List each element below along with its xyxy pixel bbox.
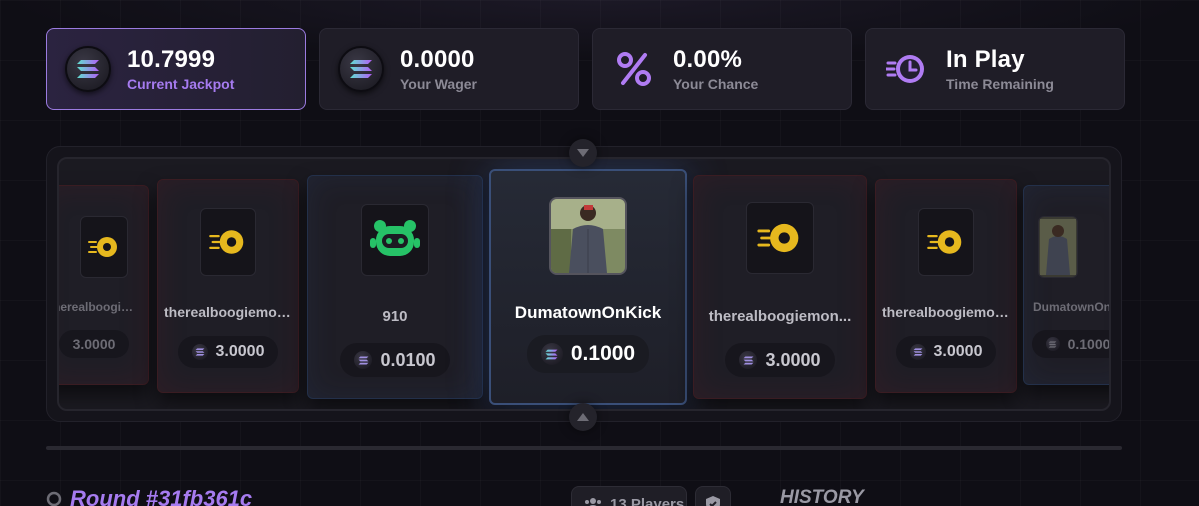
wager-label: Your Wager: [400, 76, 478, 92]
avatar: [746, 202, 814, 274]
player-photo: [551, 199, 625, 273]
avatar: [549, 197, 627, 275]
player-card: therealboogiemon... 3.0000: [693, 175, 867, 399]
player-avatar-icon: [757, 223, 799, 253]
players-count-button[interactable]: 13 Players: [571, 486, 687, 506]
player-amount: 3.0000: [725, 343, 835, 377]
solana-coin-icon: [540, 343, 563, 365]
amount-value: 3.0000: [215, 343, 265, 360]
player-name: 910: [382, 308, 408, 325]
player-card: therealboogiemon... 3.0000: [875, 179, 1017, 393]
amount-value: 3.0000: [72, 336, 116, 352]
player-amount: 3.0000: [895, 336, 997, 368]
bottom-pointer: [569, 403, 597, 431]
stat-current-jackpot: 10.7999 Current Jackpot: [46, 28, 306, 110]
player-amount: 0.0100: [340, 343, 450, 377]
player-amount: 3.0000: [177, 336, 279, 368]
amount-value: 0.1000: [1067, 336, 1111, 352]
player-name: therealboogiemon...: [164, 304, 292, 320]
stat-time-remaining: In Play Time Remaining: [865, 28, 1125, 110]
avatar: [200, 208, 256, 276]
player-name: DumatownOnKick: [514, 303, 662, 322]
clock-fast-icon: [884, 46, 930, 92]
players-count: 13 Players: [610, 495, 685, 506]
amount-value: 3.0000: [933, 343, 983, 360]
shield-check-icon: [706, 496, 720, 506]
spinner-track: therealboogiemonster 3.0000 therealboogi…: [57, 157, 1111, 411]
player-avatar-icon: [88, 237, 117, 257]
avatar: [361, 204, 429, 276]
solana-coin-icon: [1045, 337, 1060, 351]
player-amount: 0.1000: [1031, 330, 1111, 358]
jackpot-value: 10.7999: [127, 46, 216, 73]
player-card: therealboogiemon... 3.0000: [157, 179, 299, 393]
player-amount: 3.0000: [59, 330, 130, 358]
avatar: [80, 216, 128, 278]
stat-your-chance: 0.00% Your Chance: [592, 28, 852, 110]
time-value: In Play: [946, 46, 1025, 73]
top-pointer: [569, 139, 597, 167]
amount-value: 0.1000: [570, 342, 636, 365]
chance-label: Your Chance: [673, 76, 759, 92]
solana-coin-icon: [354, 351, 373, 369]
player-card: 910 0.0100: [307, 175, 483, 399]
chance-value: 0.00%: [673, 46, 743, 73]
solana-coin-icon: [739, 351, 758, 369]
wager-value: 0.0000: [400, 46, 475, 73]
solana-coin-icon: [191, 344, 208, 360]
avatar: [918, 208, 974, 276]
player-avatar-icon: [209, 230, 244, 254]
player-name: DumatownOnKick: [1033, 300, 1111, 314]
jackpot-spinner: therealboogiemonster 3.0000 therealboogi…: [46, 139, 1122, 431]
divider: [46, 446, 1122, 450]
round-header: Round #31fb361c: [46, 486, 252, 506]
triangle-up-icon: [577, 413, 589, 421]
winning-player-card: DumatownOnKick 0.1000: [489, 169, 687, 405]
player-name: therealboogiemon...: [708, 308, 852, 325]
jackpot-label: Current Jackpot: [127, 76, 235, 92]
player-card: DumatownOnKick 0.1000: [1023, 185, 1111, 385]
stats-bar: 10.7999 Current Jackpot 0.0000 Your Wage…: [46, 28, 1125, 110]
history-heading: HISTORY: [780, 487, 864, 506]
player-name: therealboogiemon...: [882, 304, 1010, 320]
solana-coin-icon: [909, 344, 926, 360]
stat-your-wager: 0.0000 Your Wager: [319, 28, 579, 110]
robot-avatar-icon: [370, 220, 420, 256]
solana-coin-icon: [338, 46, 384, 92]
player-amount: 0.1000: [526, 335, 650, 373]
player-name: therealboogiemonster: [59, 300, 139, 314]
fairness-button[interactable]: [695, 486, 731, 506]
player-avatar-icon: [927, 230, 962, 254]
amount-value: 3.0000: [765, 349, 821, 370]
amount-value: 0.0100: [380, 349, 436, 370]
time-label: Time Remaining: [946, 76, 1054, 92]
solana-coin-icon: [65, 46, 111, 92]
avatar: [1038, 216, 1078, 278]
users-icon: [585, 498, 601, 506]
percent-icon: [611, 46, 657, 92]
spinner-icon: [46, 491, 62, 506]
triangle-down-icon: [577, 149, 589, 157]
round-title: Round #31fb361c: [70, 486, 253, 506]
player-photo: [1040, 219, 1076, 275]
player-card: therealboogiemonster 3.0000: [59, 185, 149, 385]
